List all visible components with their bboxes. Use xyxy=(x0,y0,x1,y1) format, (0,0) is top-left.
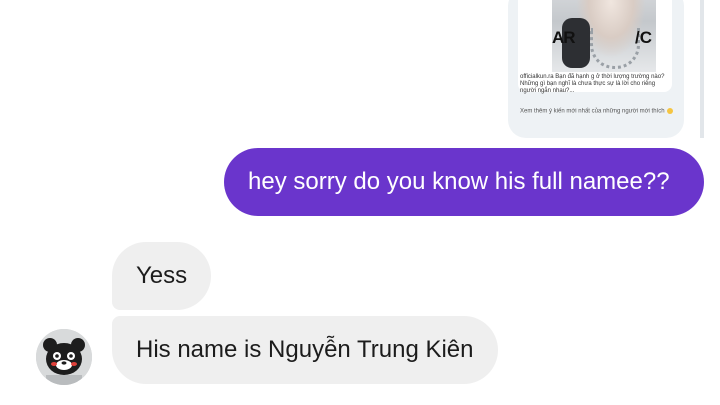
photo-chain-necklace xyxy=(590,28,640,69)
shared-post-footer: Xem thêm ý kiến mới nhất của những người… xyxy=(520,108,673,115)
shared-post-preview: AR /C officialkun.ra Bạn đã hạnh g ở thờ… xyxy=(518,0,672,94)
incoming-message-bubble[interactable]: His name is Nguyễn Trung Kiên xyxy=(112,316,498,384)
incoming-message-bubble[interactable]: Yess xyxy=(112,242,212,310)
sender-avatar[interactable] xyxy=(36,329,92,385)
bear-mascot-avatar-icon xyxy=(36,329,92,385)
scroll-edge xyxy=(700,0,704,138)
shared-post-caption: officialkun.ra Bạn đã hạnh g ở thời lượn… xyxy=(520,74,665,94)
shared-post-card[interactable]: AR /C officialkun.ra Bạn đã hạnh g ở thờ… xyxy=(508,0,684,138)
message-text: His name is Nguyễn Trung Kiên xyxy=(136,336,474,363)
smile-emoji-icon xyxy=(666,108,673,114)
photo-logo-right: /C xyxy=(635,28,652,47)
photo-logo-left: AR xyxy=(552,28,576,47)
shared-post-footer-text: Xem thêm ý kiến mới nhất của những người… xyxy=(520,108,665,115)
message-text: Yess xyxy=(136,262,188,289)
shared-post-photo: AR /C xyxy=(552,0,656,72)
message-text: hey sorry do you know his full namee?? xyxy=(248,168,670,195)
outgoing-message-bubble[interactable]: hey sorry do you know his full namee?? xyxy=(224,148,704,216)
